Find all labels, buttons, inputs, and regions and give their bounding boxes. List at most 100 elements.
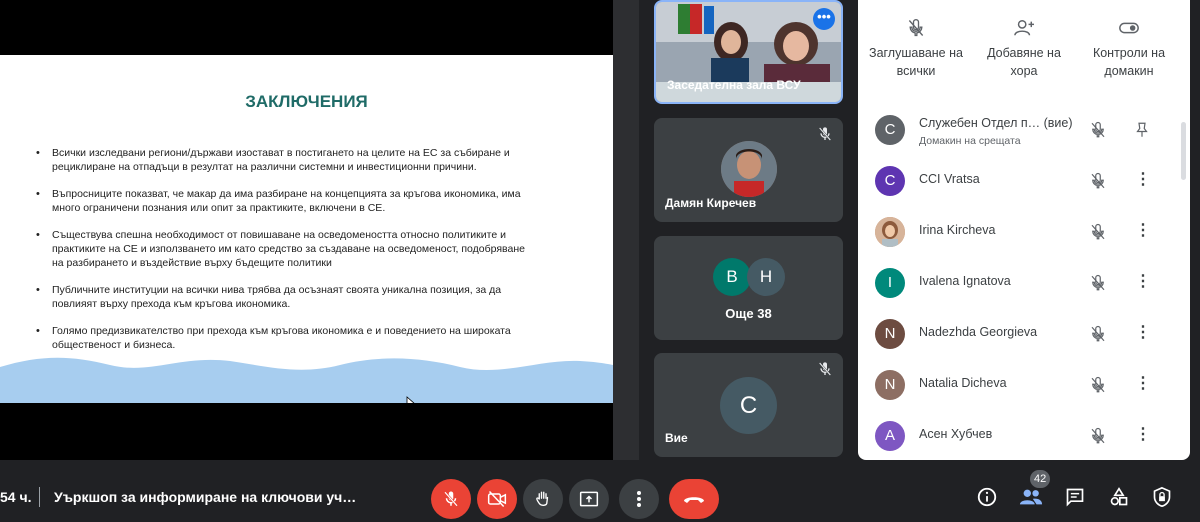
- participant-name: Дамян Киречев: [665, 196, 757, 210]
- mic-off-icon: [908, 19, 924, 37]
- hand-icon: [536, 491, 549, 506]
- add-people-label: Добавяне на хора: [987, 46, 1061, 78]
- participant-name: Ivalena Ignatova: [919, 274, 1011, 288]
- slide-bullet: Голямо предизвикателство при прехода към…: [36, 324, 536, 352]
- mic-off-icon: [818, 362, 832, 376]
- host-controls-label: Контроли на домакин: [1092, 46, 1166, 78]
- participant-avatar-photo: [721, 141, 777, 197]
- meet-window: ЗАКЛЮЧЕНИЯ Всички изследвани региони/дър…: [0, 0, 1200, 522]
- list-item[interactable]: A Асен Хубчев ⋮: [858, 410, 1178, 460]
- mic-off-icon[interactable]: [1089, 223, 1107, 241]
- list-item[interactable]: N Nadezhda Georgieva ⋮: [858, 308, 1178, 359]
- participant-avatar: C: [875, 166, 905, 196]
- more-options-icon[interactable]: ⋮: [1135, 374, 1151, 394]
- participant-name: Irina Kircheva: [919, 223, 996, 237]
- meeting-details-button[interactable]: [972, 482, 1002, 512]
- mic-off-icon[interactable]: [1089, 325, 1107, 343]
- participant-name: CCI Vratsa: [919, 172, 980, 186]
- divider-strip: [613, 0, 639, 460]
- more-options-icon[interactable]: ⋮: [1135, 221, 1151, 241]
- mic-off-icon[interactable]: [1089, 376, 1107, 394]
- toggle-icon: [1119, 22, 1139, 34]
- host-role-label: Домакин на срещата: [919, 135, 1021, 147]
- more-participants-label: Още 38: [725, 306, 772, 321]
- mic-off-icon: [444, 491, 458, 507]
- participant-avatar: N: [875, 370, 905, 400]
- participant-name-text: Служебен Отдел п…: [919, 116, 1041, 130]
- slide-bullets: Всички изследвани региони/държави изоста…: [36, 146, 536, 365]
- mic-off-icon[interactable]: [1089, 121, 1107, 139]
- present-icon: [579, 491, 599, 507]
- host-controls-button[interactable]: Контроли на домакин: [1079, 18, 1179, 80]
- list-item[interactable]: Irina Kircheva ⋮: [858, 206, 1178, 257]
- wave-decoration: [0, 357, 613, 403]
- divider: [39, 487, 40, 507]
- chat-button[interactable]: [1060, 482, 1090, 512]
- mic-toggle-button[interactable]: [431, 479, 471, 519]
- activities-button[interactable]: [1104, 482, 1134, 512]
- self-suffix: (вие): [1043, 116, 1073, 130]
- mic-off-icon[interactable]: [1089, 172, 1107, 190]
- list-item[interactable]: I Ivalena Ignatova ⋮: [858, 257, 1178, 308]
- participant-avatar-photo: [875, 217, 905, 247]
- slide-bullet: Публичните институции на всички нива тря…: [36, 283, 536, 311]
- participant-avatar: N: [875, 319, 905, 349]
- participant-tile-person[interactable]: Дамян Киречев: [654, 118, 843, 222]
- mute-all-button[interactable]: Заглушаване на всички: [866, 18, 966, 80]
- meeting-title: Уъркшоп за информиране на ключови уч…: [54, 489, 357, 505]
- list-item[interactable]: N Natalia Dicheva ⋮: [858, 359, 1178, 410]
- slide-bullet: Въпросниците показват, че макар да има р…: [36, 187, 536, 215]
- participant-avatar: Н: [747, 258, 785, 296]
- end-call-button[interactable]: [669, 479, 719, 519]
- bottom-toolbar: 54 ч. Уъркшоп за информиране на ключови …: [0, 462, 1200, 522]
- raise-hand-button[interactable]: [523, 479, 563, 519]
- participants-count-badge: 42: [1030, 470, 1051, 488]
- mic-off-icon[interactable]: [1089, 274, 1107, 292]
- pin-icon[interactable]: [1133, 121, 1151, 139]
- add-people-button[interactable]: Добавяне на хора: [974, 18, 1074, 80]
- participant-name: Служебен Отдел п… (вие): [919, 116, 1073, 130]
- participant-avatar: I: [875, 268, 905, 298]
- participant-name: Natalia Dicheva: [919, 376, 1007, 390]
- participant-avatar: В: [713, 258, 751, 296]
- more-icon: [637, 491, 641, 507]
- host-lock-button[interactable]: [1147, 482, 1177, 512]
- meeting-time: 54 ч.: [0, 489, 32, 505]
- activities-icon: [1110, 487, 1128, 506]
- participant-tile-room[interactable]: ••• Заседателна зала ВСУ: [654, 0, 843, 104]
- more-options-button[interactable]: [619, 479, 659, 519]
- participant-name: Вие: [665, 431, 688, 445]
- chat-icon: [1066, 488, 1084, 507]
- info-icon: [977, 487, 997, 507]
- participant-name: Асен Хубчев: [919, 427, 993, 441]
- camera-toggle-button[interactable]: [477, 479, 517, 519]
- end-call-icon: [684, 497, 704, 503]
- list-item[interactable]: C Служебен Отдел п… (вие) Домакин на сре…: [858, 104, 1178, 155]
- mouse-cursor-icon: [406, 396, 415, 403]
- mic-off-icon[interactable]: [1089, 427, 1107, 445]
- more-options-icon[interactable]: ⋮: [1135, 272, 1151, 292]
- panel-scrollbar[interactable]: [1181, 122, 1186, 180]
- slide-title: ЗАКЛЮЧЕНИЯ: [245, 92, 368, 111]
- more-options-icon[interactable]: ⋮: [1135, 425, 1151, 445]
- participant-tile-self[interactable]: C Вие: [654, 353, 843, 457]
- mic-off-icon: [818, 127, 832, 141]
- more-options-icon[interactable]: •••: [813, 8, 835, 30]
- camera-off-icon: [487, 490, 507, 508]
- participant-avatar: C: [875, 115, 905, 145]
- mute-all-label: Заглушаване на всички: [869, 46, 963, 78]
- presentation-area: ЗАКЛЮЧЕНИЯ Всички изследвани региони/дър…: [0, 0, 613, 460]
- slide-bullet: Съществува спешна необходимост от повиша…: [36, 228, 536, 270]
- list-item[interactable]: C CCI Vratsa ⋮: [858, 155, 1178, 206]
- participant-name: Заседателна зала ВСУ: [667, 78, 801, 92]
- slide-bullet: Всички изследвани региони/държави изоста…: [36, 146, 536, 174]
- more-options-icon[interactable]: ⋮: [1135, 323, 1151, 343]
- participant-name: Nadezhda Georgieva: [919, 325, 1038, 339]
- present-button[interactable]: [569, 479, 609, 519]
- add-person-icon: [1014, 20, 1034, 36]
- people-panel: Заглушаване на всички Добавяне на хора К…: [858, 0, 1190, 460]
- participant-avatar: A: [875, 421, 905, 451]
- more-options-icon[interactable]: ⋮: [1135, 170, 1151, 190]
- lock-icon: [1153, 486, 1171, 508]
- participant-tile-others[interactable]: В Н Още 38: [654, 236, 843, 340]
